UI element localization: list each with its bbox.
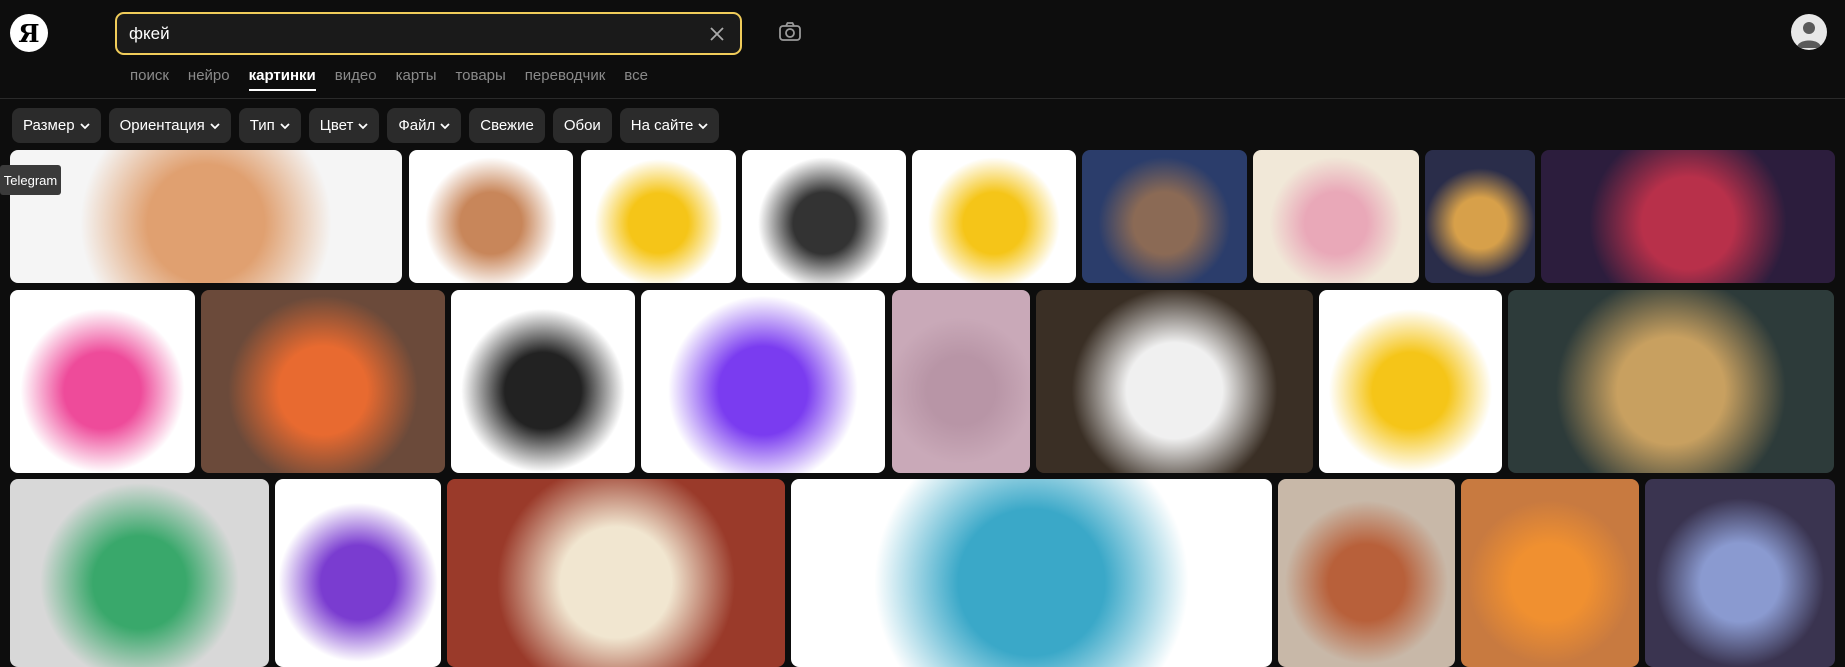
filter-label: Файл xyxy=(398,117,436,134)
search-input[interactable] xyxy=(129,23,706,44)
image-thumbnail[interactable] xyxy=(409,150,573,283)
chevron-down-icon xyxy=(358,122,368,129)
tab-images[interactable]: картинки xyxy=(248,67,316,91)
filter-label: Размер xyxy=(23,117,75,134)
image-thumbnail[interactable] xyxy=(10,479,269,667)
image-thumbnail[interactable] xyxy=(791,479,1272,667)
filter-fresh[interactable]: Свежие xyxy=(469,108,545,143)
tab-translator[interactable]: переводчик xyxy=(525,67,605,90)
chevron-down-icon xyxy=(210,122,220,129)
header: Я поиск нейро картинки видео карты товар… xyxy=(0,0,1845,99)
image-thumbnail[interactable] xyxy=(1461,479,1639,667)
image-thumbnail[interactable] xyxy=(10,290,195,473)
image-thumbnail[interactable] xyxy=(1508,290,1834,473)
image-thumbnail[interactable] xyxy=(1541,150,1835,283)
image-thumbnail[interactable] xyxy=(581,150,736,283)
filter-size[interactable]: Размер xyxy=(12,108,101,143)
tab-maps[interactable]: карты xyxy=(396,67,437,90)
avatar[interactable] xyxy=(1791,14,1827,50)
tab-video[interactable]: видео xyxy=(335,67,377,90)
filter-label: Ориентация xyxy=(119,117,205,134)
tab-goods[interactable]: товары xyxy=(455,67,505,90)
image-thumbnail[interactable] xyxy=(1425,150,1535,283)
filter-label: Свежие xyxy=(480,117,534,134)
image-thumbnail[interactable] xyxy=(1645,479,1835,667)
image-thumbnail[interactable] xyxy=(1036,290,1313,473)
filter-color[interactable]: Цвет xyxy=(308,108,380,143)
image-thumbnail[interactable] xyxy=(641,290,885,473)
filter-label: Тип xyxy=(249,117,275,134)
image-thumbnail[interactable] xyxy=(447,479,785,667)
filter-file[interactable]: Файл xyxy=(387,108,462,143)
tab-all[interactable]: все xyxy=(624,67,648,90)
image-thumbnail[interactable] xyxy=(201,290,445,473)
search-box[interactable] xyxy=(115,12,742,55)
image-thumbnail[interactable] xyxy=(10,150,402,283)
image-thumbnail[interactable] xyxy=(1253,150,1419,283)
yandex-logo[interactable]: Я xyxy=(10,14,48,52)
filter-on-site[interactable]: На сайте xyxy=(619,108,720,143)
image-thumbnail[interactable] xyxy=(275,479,441,667)
filter-wallpapers[interactable]: Обои xyxy=(552,108,612,143)
chevron-down-icon xyxy=(79,122,90,129)
tab-search[interactable]: поиск xyxy=(130,67,169,90)
chevron-down-icon xyxy=(280,122,290,129)
camera-search-icon[interactable] xyxy=(777,20,803,44)
image-thumbnail[interactable] xyxy=(892,290,1030,473)
filter-label: Цвет xyxy=(319,117,354,134)
chevron-down-icon xyxy=(440,122,450,129)
close-icon[interactable] xyxy=(706,23,728,45)
image-thumbnail[interactable] xyxy=(912,150,1076,283)
image-thumbnail[interactable] xyxy=(1278,479,1455,667)
image-thumbnail[interactable] xyxy=(451,290,635,473)
image-thumbnail[interactable] xyxy=(1319,290,1502,473)
filter-label: Обои xyxy=(563,117,601,134)
chevron-down-icon xyxy=(698,122,709,129)
image-thumbnail[interactable] xyxy=(742,150,906,283)
filter-orientation[interactable]: Ориентация xyxy=(108,108,231,143)
image-thumbnail[interactable] xyxy=(1082,150,1247,283)
search-tabs: поиск нейро картинки видео карты товары … xyxy=(130,67,667,91)
tab-neuro[interactable]: нейро xyxy=(188,67,230,90)
filter-type[interactable]: Тип xyxy=(238,108,301,143)
filter-label: На сайте xyxy=(630,117,694,134)
filter-bar: Размер Ориентация Тип Цвет Файл Свежие О… xyxy=(12,108,720,143)
tooltip: Telegram xyxy=(0,165,61,195)
